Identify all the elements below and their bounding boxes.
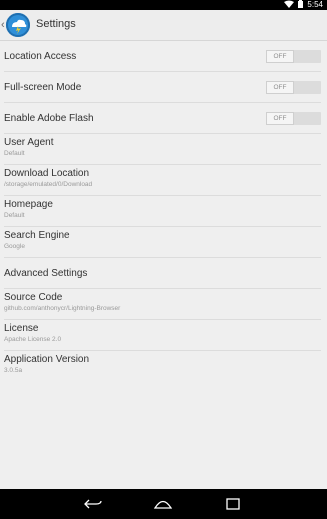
page-title: Settings bbox=[36, 18, 76, 30]
home-nav-icon[interactable] bbox=[153, 497, 173, 511]
settings-list: Location Access OFF Full-screen Mode OFF… bbox=[0, 41, 327, 382]
setting-advanced[interactable]: Advanced Settings bbox=[4, 258, 321, 289]
setting-user-agent[interactable]: User Agent Default bbox=[4, 134, 321, 165]
status-time: 5:54 bbox=[307, 0, 323, 9]
setting-title: License bbox=[4, 323, 39, 334]
setting-title: Download Location bbox=[4, 168, 90, 179]
setting-location-access[interactable]: Location Access OFF bbox=[4, 41, 321, 72]
setting-download-location[interactable]: Download Location /storage/emulated/0/Do… bbox=[4, 165, 321, 196]
navigation-bar bbox=[0, 489, 327, 519]
setting-search-engine[interactable]: Search Engine Google bbox=[4, 227, 321, 258]
setting-subtitle: Google bbox=[4, 243, 25, 250]
setting-homepage[interactable]: Homepage Default bbox=[4, 196, 321, 227]
setting-title: Location Access bbox=[4, 51, 77, 62]
app-logo-icon[interactable] bbox=[6, 13, 30, 37]
app-bar: ‹ Settings bbox=[0, 10, 327, 41]
status-icons: 5:54 bbox=[284, 0, 323, 10]
setting-title: Full-screen Mode bbox=[4, 82, 82, 93]
toggle-state: OFF bbox=[266, 112, 294, 125]
setting-source-code[interactable]: Source Code github.com/anthonycr/Lightni… bbox=[4, 289, 321, 320]
setting-title: Enable Adobe Flash bbox=[4, 113, 94, 124]
setting-subtitle: Default bbox=[4, 212, 25, 219]
fullscreen-toggle[interactable]: OFF bbox=[266, 81, 321, 94]
setting-title: Source Code bbox=[4, 292, 63, 303]
setting-title: Application Version bbox=[4, 354, 90, 365]
flash-toggle[interactable]: OFF bbox=[266, 112, 321, 125]
setting-enable-flash[interactable]: Enable Adobe Flash OFF bbox=[4, 103, 321, 134]
setting-license[interactable]: License Apache License 2.0 bbox=[4, 320, 321, 351]
toggle-state: OFF bbox=[266, 50, 294, 63]
toggle-state: OFF bbox=[266, 81, 294, 94]
status-bar: 5:54 bbox=[0, 0, 327, 10]
recents-nav-icon[interactable] bbox=[223, 497, 243, 511]
back-nav-icon[interactable] bbox=[83, 497, 103, 511]
setting-subtitle: github.com/anthonycr/Lightning-Browser bbox=[4, 305, 121, 312]
setting-title: Homepage bbox=[4, 199, 53, 210]
setting-subtitle: Apache License 2.0 bbox=[4, 336, 62, 343]
battery-icon bbox=[298, 0, 304, 11]
wifi-icon bbox=[284, 0, 295, 11]
setting-fullscreen-mode[interactable]: Full-screen Mode OFF bbox=[4, 72, 321, 103]
setting-app-version[interactable]: Application Version 3.0.5a bbox=[4, 351, 321, 382]
back-chevron-icon[interactable]: ‹ bbox=[1, 19, 5, 31]
setting-subtitle: 3.0.5a bbox=[4, 367, 23, 374]
setting-title: Search Engine bbox=[4, 230, 70, 241]
setting-subtitle: /storage/emulated/0/Download bbox=[4, 181, 93, 188]
setting-title: User Agent bbox=[4, 137, 54, 148]
setting-title: Advanced Settings bbox=[4, 268, 88, 279]
location-access-toggle[interactable]: OFF bbox=[266, 50, 321, 63]
setting-subtitle: Default bbox=[4, 150, 25, 157]
